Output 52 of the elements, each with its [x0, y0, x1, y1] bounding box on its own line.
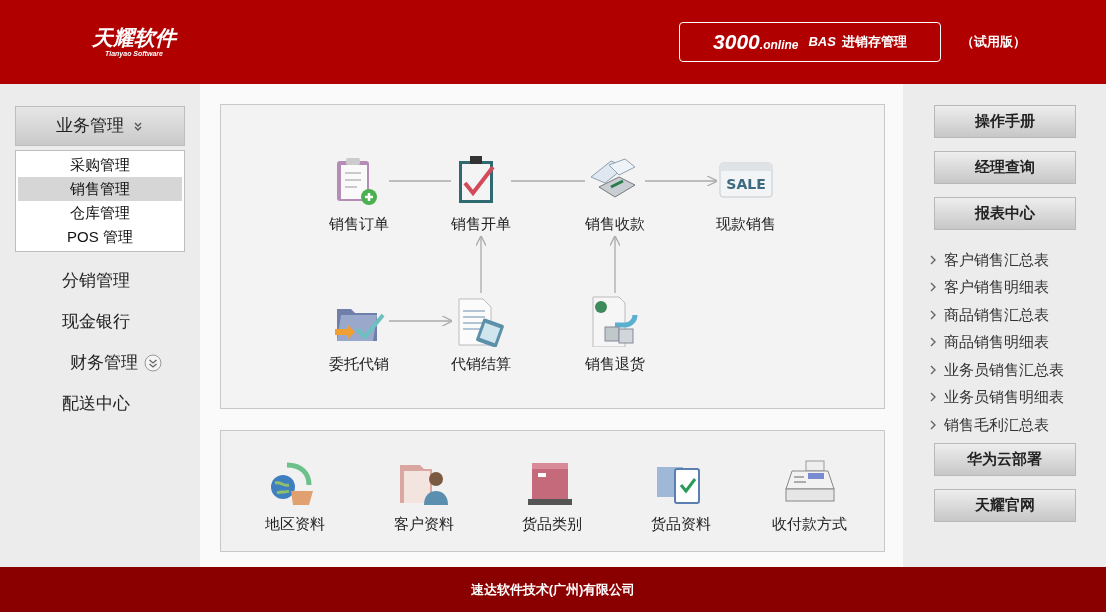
edition-label: （试用版） [961, 33, 1026, 52]
flow-node-label[interactable]: 销售收款 [585, 213, 645, 236]
nav-button[interactable]: 华为云部署 [933, 442, 1076, 476]
report-link[interactable]: 业务员销售明细表 [943, 386, 1064, 409]
product-number: 3000 [713, 29, 760, 56]
chevron-right-icon [929, 364, 936, 375]
product-suffix: .online [759, 38, 799, 54]
menu-item[interactable]: 配送中心 [62, 383, 138, 424]
flow-node-label[interactable]: 委托代销 [329, 353, 389, 376]
nav-button[interactable]: 经理查询 [933, 151, 1076, 184]
report-link[interactable]: 商品销售汇总表 [943, 303, 1049, 326]
report-link[interactable]: 客户销售汇总表 [943, 248, 1049, 271]
report-link[interactable]: 客户销售明细表 [943, 276, 1049, 299]
sign-text: SALE [726, 176, 766, 192]
menu-item[interactable]: 现金银行 [62, 301, 138, 342]
nav-button[interactable]: 天耀官网 [933, 488, 1076, 522]
chevron-right-icon [929, 309, 936, 320]
chevron-right-icon [929, 392, 936, 403]
flow-node-label[interactable]: 销售开单 [451, 213, 511, 236]
shortcut-label[interactable]: 客户资料 [393, 512, 454, 536]
shortcut-label[interactable]: 收付款方式 [772, 512, 848, 536]
chevron-right-icon [929, 254, 936, 265]
report-link[interactable]: 销售毛利汇总表 [943, 413, 1049, 436]
menu-item[interactable]: 分销管理 [62, 260, 138, 301]
shortcut-label[interactable]: 货品资料 [651, 512, 712, 536]
logo-text: 天耀软件 [92, 27, 176, 48]
nav-button[interactable]: 操作手册 [933, 105, 1076, 138]
chevron-right-icon [929, 282, 936, 293]
flow-node-label[interactable]: 销售退货 [585, 353, 645, 376]
chevron-right-icon [929, 337, 936, 348]
submenu-item[interactable]: 仓库管理 [18, 201, 182, 225]
submenu-item[interactable]: 采购管理 [18, 153, 182, 177]
company-name: 速达软件技术(广州)有限公司 [470, 580, 636, 599]
menu-group-button[interactable]: 业务管理 [15, 106, 185, 146]
connector-arrow [475, 235, 487, 294]
connector-arrow [388, 315, 453, 327]
nav-button[interactable]: 报表中心 [933, 197, 1076, 230]
double-chevron-icon [132, 120, 144, 132]
product-code: BAS [808, 33, 836, 52]
flow-node-label[interactable]: 现款销售 [716, 213, 776, 236]
menu-group-item[interactable]: 财务管理 [38, 342, 162, 383]
chevron-right-icon [929, 419, 936, 430]
flow-node-label[interactable]: 代销结算 [451, 353, 511, 376]
product-name: 进销存管理 [841, 33, 907, 52]
flow-node-label[interactable]: 销售订单 [329, 213, 389, 236]
shortcut-label[interactable]: 货品类别 [522, 512, 583, 536]
submenu-item[interactable]: POS 管理 [18, 225, 182, 249]
submenu-item[interactable]: 销售管理 [18, 177, 182, 201]
connector-arrow [609, 235, 621, 294]
shortcut-label[interactable]: 地区资料 [265, 512, 326, 536]
report-link[interactable]: 业务员销售汇总表 [943, 358, 1064, 381]
report-link[interactable]: 商品销售明细表 [943, 331, 1049, 354]
